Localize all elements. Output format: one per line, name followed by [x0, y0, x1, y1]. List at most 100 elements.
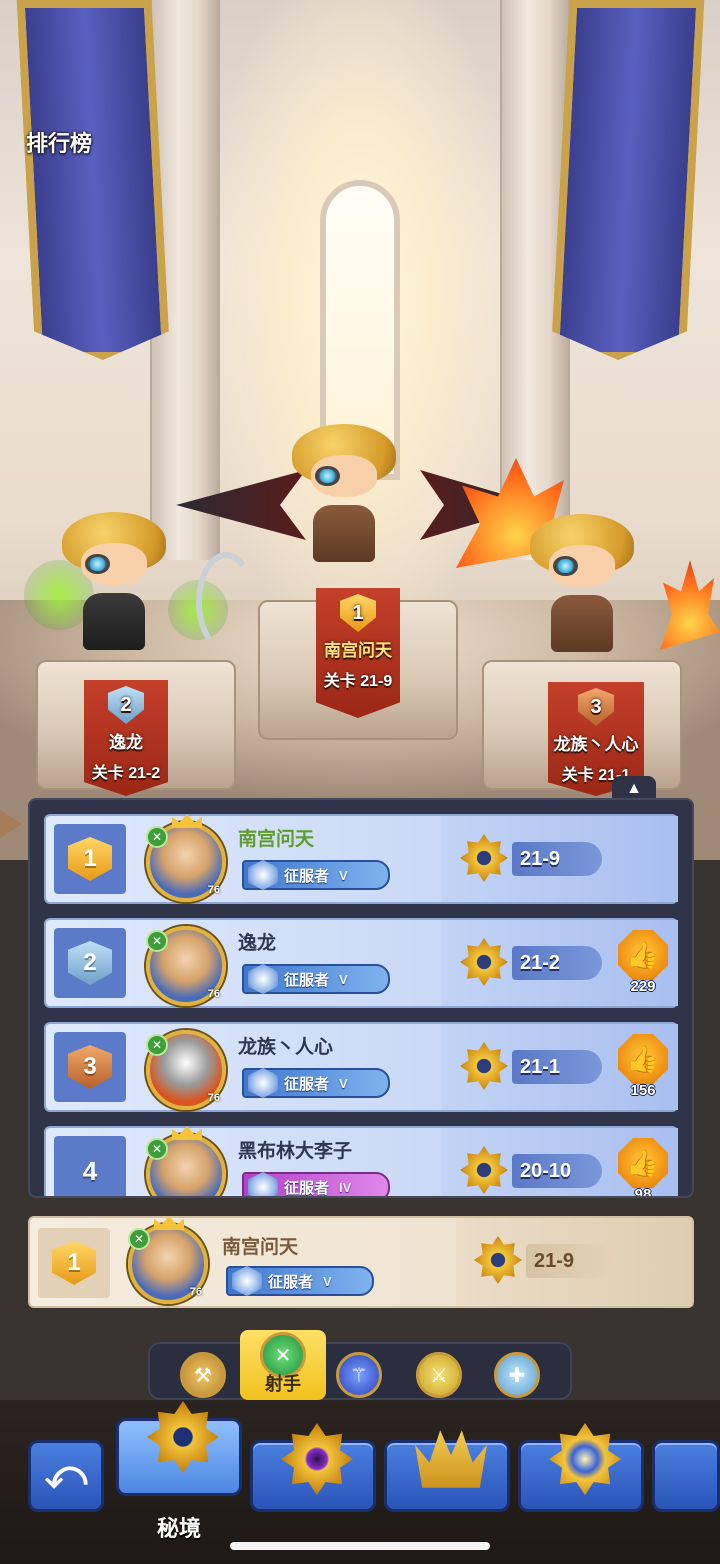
- like-count: 156: [630, 1082, 656, 1099]
- podium-player-stage: 关卡 21-9: [323, 673, 393, 690]
- purple-gem-emblem-icon: [281, 1423, 353, 1495]
- page-title: 排行榜: [26, 131, 93, 156]
- title-badge: 征服者 IV: [242, 1172, 390, 1197]
- player-name: 南宫问天: [238, 829, 315, 850]
- thumbs-up-icon[interactable]: 👍: [618, 1138, 668, 1188]
- ranking-row[interactable]: 1 ✕ 76 南宫问天 征服者 V 21-9: [44, 814, 678, 904]
- player-level: 76: [207, 884, 220, 896]
- podium-flag-rank-1[interactable]: 1 南宫问天 关卡 21-9: [316, 588, 400, 718]
- player-level: 76: [207, 1092, 220, 1104]
- avatar[interactable]: ✕ 76: [146, 926, 226, 1006]
- archer-class-icon: ✕: [146, 1034, 168, 1056]
- goggle-icon: [314, 465, 340, 487]
- archer-class-icon: ✕: [146, 1138, 168, 1160]
- podium-flag-rank-2[interactable]: 2 逸龙 关卡 21-2: [84, 680, 168, 796]
- archer-class-icon: ✕: [128, 1228, 150, 1250]
- title-badge: 征服者 V: [242, 860, 390, 890]
- my-ranking-row[interactable]: 1 ✕ 76 南宫问天 征服者 V 21-9: [28, 1216, 694, 1308]
- class-filter-bar[interactable]: ⚒ ✕ 射手 ⚚ ⚔ ✚: [148, 1330, 572, 1400]
- rank-shield-icon: 2: [108, 686, 144, 724]
- gold-rank-badge-icon: 1: [52, 1241, 96, 1285]
- conqueror-emblem-icon: [248, 860, 278, 890]
- stage-emblem-icon: [474, 1236, 522, 1284]
- stage-value: 21-2: [512, 946, 602, 980]
- avatar[interactable]: ✕ 76: [146, 1126, 226, 1198]
- title-badge: 征服者 V: [242, 964, 390, 994]
- title-tier: IV: [339, 1179, 352, 1195]
- priest-cross-icon[interactable]: ✚: [494, 1352, 540, 1398]
- rank-cell: 2: [54, 928, 126, 998]
- hero-figure-rank-2[interactable]: [62, 512, 166, 651]
- class-tab-label: 射手: [265, 1374, 301, 1394]
- ranking-row[interactable]: 4 ✕ 76 黑布林大李子 征服者 IV 20-10 👍 98: [44, 1126, 678, 1198]
- stage-section: 20-10 👍 98: [442, 1128, 678, 1198]
- title-text: 征服者: [284, 1179, 330, 1197]
- bronze-rank-badge-icon: 3: [68, 1045, 112, 1089]
- ranking-row[interactable]: 3 ✕ 76 龙族丶人心 征服者 V 21-1 👍 156: [44, 1022, 678, 1112]
- nav-secret-realm[interactable]: 秘境: [116, 1401, 242, 1541]
- podium-player-name: 龙族丶人心: [553, 735, 639, 754]
- star-emblem-icon: [549, 1423, 621, 1495]
- player-name: 黑布林大李子: [238, 1141, 353, 1162]
- triangle-up-icon: ▲: [626, 780, 642, 797]
- stage-value: 21-9: [512, 842, 602, 876]
- conqueror-emblem-icon: [248, 1068, 278, 1098]
- warrior-axe-icon[interactable]: ⚒: [180, 1352, 226, 1398]
- title-tier: V: [339, 1075, 348, 1091]
- stage-section: 21-9: [456, 1218, 692, 1306]
- thumbs-up-icon[interactable]: 👍: [618, 1034, 668, 1084]
- ranking-row[interactable]: 2 ✕ 76 逸龙 征服者 V 21-2 👍 229: [44, 918, 678, 1008]
- podium-player-stage: 关卡 21-2: [91, 765, 161, 782]
- nav-more[interactable]: [652, 1440, 720, 1512]
- avatar[interactable]: ✕ 76: [146, 814, 226, 902]
- class-tab-archer[interactable]: ✕ 射手: [240, 1330, 326, 1400]
- stage-emblem-icon: [460, 834, 508, 882]
- gold-rank-badge-icon: 1: [68, 837, 112, 881]
- nav-crown[interactable]: [384, 1430, 510, 1512]
- title-text: 征服者: [284, 1075, 330, 1093]
- title-badge: 征服者 V: [226, 1266, 374, 1296]
- title-tier: V: [339, 971, 348, 987]
- mage-staff-icon[interactable]: ⚚: [336, 1352, 382, 1398]
- assassin-blade-icon[interactable]: ⚔: [416, 1352, 462, 1398]
- podium-player-name: 南宫问天: [324, 641, 392, 660]
- rank-cell: 1: [38, 1228, 110, 1298]
- thumbs-up-icon[interactable]: 👍: [618, 930, 668, 980]
- title-tier: V: [339, 867, 348, 883]
- rank-cell: 1: [54, 824, 126, 894]
- title-badge: 征服者 V: [242, 1068, 390, 1098]
- rank-cell: 4: [54, 1136, 126, 1196]
- nav-star[interactable]: [518, 1423, 644, 1512]
- like-count: 98: [634, 1186, 652, 1198]
- ranking-list[interactable]: 1 ✕ 76 南宫问天 征服者 V 21-9 2 ✕ 76 逸龙 征服者 V 2…: [28, 798, 694, 1198]
- avatar[interactable]: ✕ 76: [128, 1216, 208, 1304]
- title-tier: V: [323, 1273, 332, 1289]
- stage-value: 21-9: [526, 1244, 616, 1278]
- nav-abyss[interactable]: [250, 1423, 376, 1512]
- rank-cell: 3: [54, 1032, 126, 1102]
- left-banner: [17, 0, 171, 360]
- player-name: 龙族丶人心: [238, 1037, 334, 1058]
- back-button[interactable]: ⤺: [28, 1440, 104, 1512]
- bottom-navigation: ⤺ 秘境: [0, 1400, 720, 1564]
- stage-section: 21-1 👍 156: [442, 1024, 678, 1110]
- throne-hall-background: 2 逸龙 关卡 21-2 1 南宫问天 关卡 21-9 3 龙族丶人心 关卡 2…: [0, 0, 720, 860]
- conqueror-emblem-icon: [248, 1172, 278, 1196]
- avatar[interactable]: ✕ 76: [146, 1030, 226, 1110]
- player-level: 76: [208, 1196, 220, 1198]
- crown-icon: [172, 814, 202, 828]
- title-text: 征服者: [284, 867, 330, 885]
- hero-figure-rank-1[interactable]: [292, 424, 396, 563]
- stage-value: 21-1: [512, 1050, 602, 1084]
- conqueror-emblem-icon: [232, 1266, 262, 1296]
- goggle-icon: [552, 555, 578, 577]
- hero-body: [82, 593, 146, 651]
- right-banner: [551, 0, 705, 360]
- crown-icon: [154, 1216, 184, 1230]
- player-name: 南宫问天: [222, 1237, 299, 1258]
- title-text: 征服者: [284, 971, 330, 989]
- player-level: 76: [207, 988, 220, 1000]
- stage-emblem-icon: [460, 1042, 508, 1090]
- hero-figure-rank-3[interactable]: [530, 514, 634, 653]
- player-level: 76: [189, 1286, 202, 1298]
